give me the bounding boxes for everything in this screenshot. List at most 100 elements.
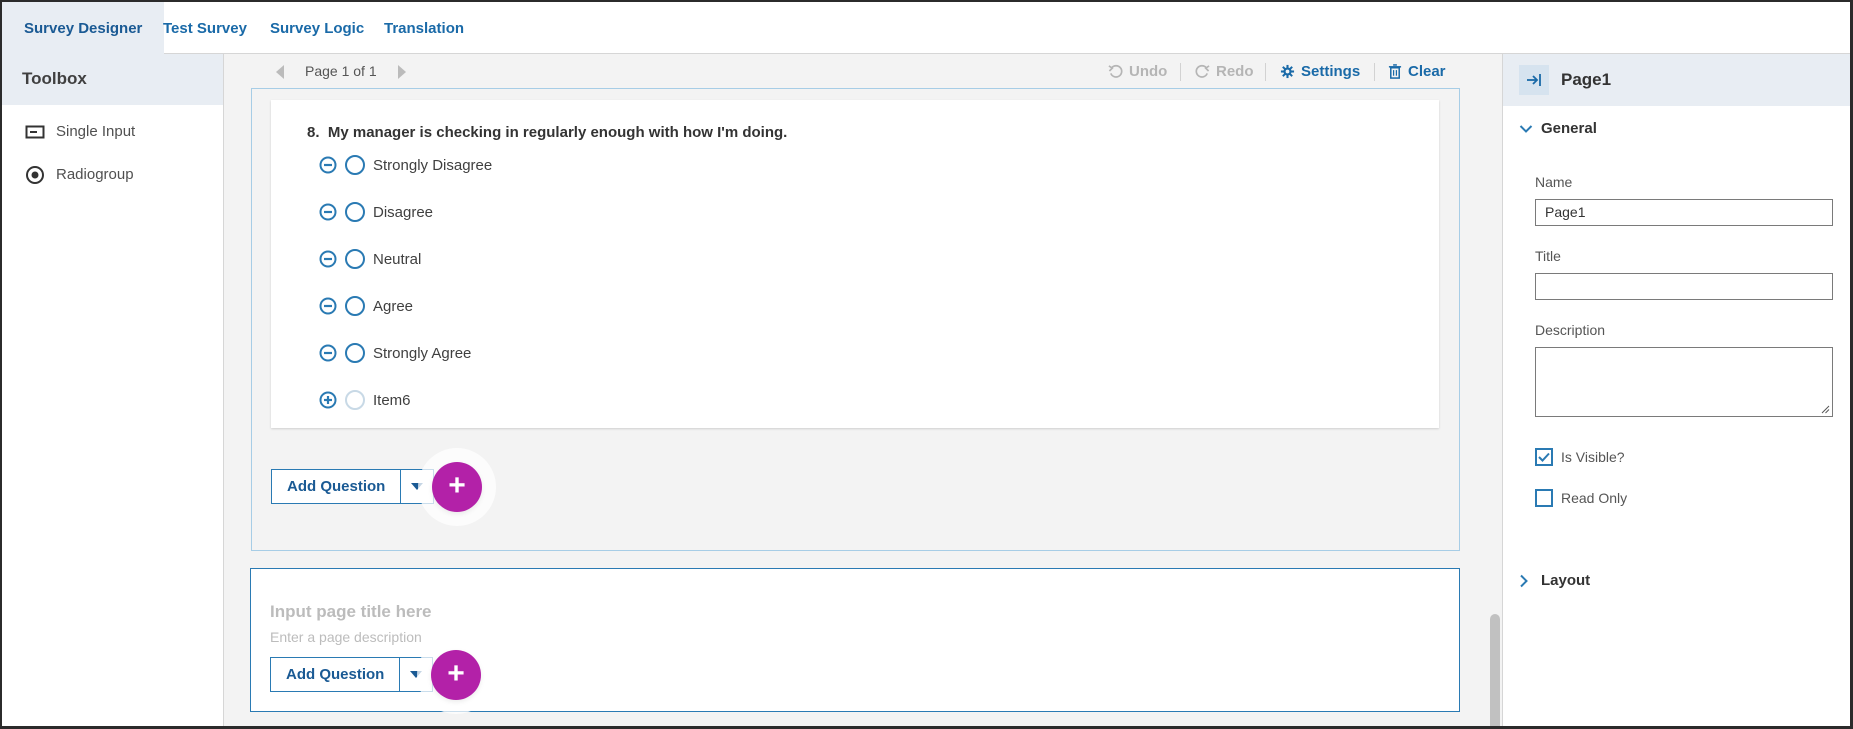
property-grid: Page1 General Name Page1 Title Descripti… [1502, 54, 1850, 726]
remove-choice-icon[interactable] [319, 203, 337, 221]
page-indicator: Page 1 of 1 [305, 63, 377, 79]
choice-label[interactable]: Item6 [373, 392, 411, 409]
remove-choice-icon[interactable] [319, 250, 337, 268]
name-field[interactable]: Page1 [1535, 199, 1833, 226]
redo-label: Redo [1216, 63, 1254, 80]
toolbox-item-single-input[interactable]: Single Input [2, 110, 223, 153]
page-title-input[interactable]: Input page title here [270, 602, 432, 622]
toolbar-divider [1265, 63, 1266, 81]
page-panel[interactable]: 8. My manager is checking in regularly e… [251, 88, 1460, 551]
selected-object-name: Page1 [1561, 70, 1612, 89]
toolbox-item-label: Single Input [56, 123, 136, 140]
page-toolbar: Page 1 of 1 Undo Redo Settings Clear [224, 54, 1502, 88]
settings-label: Settings [1301, 63, 1361, 80]
choice-label[interactable]: Agree [373, 298, 413, 315]
plus-icon: + [448, 469, 466, 502]
title-label: Title [1535, 248, 1561, 264]
redo-icon [1195, 64, 1210, 78]
arrow-to-right-icon [1527, 74, 1541, 86]
question-title[interactable]: 8. My manager is checking in regularly e… [307, 124, 787, 141]
settings-button[interactable]: Settings [1280, 63, 1360, 80]
single-input-icon [24, 121, 45, 142]
add-question-dropdown[interactable] [400, 658, 432, 691]
choice-item: Neutral [319, 247, 421, 271]
add-question-label[interactable]: Add Question [271, 658, 401, 691]
toolbar-divider [1180, 63, 1181, 81]
remove-choice-icon[interactable] [319, 156, 337, 174]
title-field[interactable] [1535, 273, 1833, 300]
chevron-down-icon [1519, 124, 1535, 134]
section-layout-label: Layout [1541, 572, 1591, 589]
read-only-label: Read Only [1561, 490, 1628, 506]
undo-label: Undo [1129, 63, 1168, 80]
new-page-panel[interactable]: Input page title here Enter a page descr… [250, 568, 1460, 712]
property-grid-header: Page1 [1503, 54, 1850, 106]
section-layout-header[interactable]: Layout [1519, 572, 1590, 589]
name-label: Name [1535, 174, 1573, 190]
choice-label[interactable]: Neutral [373, 251, 421, 268]
prev-page-icon[interactable] [276, 65, 284, 79]
chevron-down-icon [410, 671, 423, 678]
page-description-input[interactable]: Enter a page description [270, 629, 422, 645]
radiogroup-icon [24, 164, 45, 185]
next-page-icon[interactable] [398, 65, 406, 79]
remove-choice-icon[interactable] [319, 344, 337, 362]
choice-label[interactable]: Strongly Disagree [373, 157, 492, 174]
choice-radio[interactable] [345, 202, 365, 222]
question-text: My manager is checking in regularly enou… [327, 124, 788, 141]
section-general-header[interactable]: General [1519, 120, 1597, 137]
resize-grip-icon[interactable] [1820, 404, 1830, 414]
section-general-label: General [1541, 120, 1597, 137]
clear-label: Clear [1408, 63, 1446, 80]
toolbox-item-radiogroup[interactable]: Radiogroup [2, 153, 223, 196]
add-choice-icon[interactable] [319, 391, 337, 409]
chevron-right-icon [1519, 574, 1535, 588]
check-icon [1538, 452, 1550, 462]
choice-label[interactable]: Disagree [373, 204, 433, 221]
add-question-button[interactable]: Add Question [270, 657, 434, 692]
question-card[interactable]: 8. My manager is checking in regularly e… [271, 100, 1439, 428]
gear-icon [1280, 64, 1295, 79]
redo-button[interactable]: Redo [1195, 63, 1254, 80]
choice-item: Item6 [319, 388, 411, 412]
chevron-down-icon [411, 483, 424, 490]
tab-translation[interactable]: Translation [362, 2, 486, 54]
design-canvas: Page 1 of 1 Undo Redo Settings Clear 8. … [224, 54, 1502, 726]
scrollbar-thumb[interactable] [1490, 614, 1500, 726]
choice-label[interactable]: Strongly Agree [373, 345, 471, 362]
choice-radio[interactable] [345, 390, 365, 410]
checkbox-checked[interactable] [1535, 448, 1553, 466]
choice-radio[interactable] [345, 343, 365, 363]
undo-button[interactable]: Undo [1108, 63, 1167, 80]
toolbox-title: Toolbox [2, 54, 223, 105]
is-visible-label: Is Visible? [1561, 449, 1625, 465]
plus-icon: + [447, 657, 465, 690]
collapse-panel-button[interactable] [1519, 65, 1549, 95]
add-fab-button[interactable]: + [431, 650, 481, 700]
question-number: 8. [307, 124, 320, 141]
canvas-scrollbar[interactable] [1488, 54, 1502, 726]
remove-choice-icon[interactable] [319, 297, 337, 315]
choice-item: Disagree [319, 200, 433, 224]
app-window: Survey Designer Test Survey Survey Logic… [0, 0, 1853, 729]
checkbox-unchecked[interactable] [1535, 489, 1553, 507]
description-field[interactable] [1535, 347, 1833, 417]
add-question-label[interactable]: Add Question [272, 470, 402, 503]
top-tabs: Survey Designer Test Survey Survey Logic… [2, 2, 1850, 54]
toolbar-divider [1374, 63, 1375, 81]
choice-item: Agree [319, 294, 413, 318]
is-visible-checkbox[interactable]: Is Visible? [1535, 448, 1625, 466]
trash-icon [1388, 64, 1402, 79]
choice-item: Strongly Agree [319, 341, 471, 365]
toolbox-panel: Toolbox Single Input Radiogroup [2, 54, 224, 726]
add-fab-button[interactable]: + [432, 462, 482, 512]
clear-button[interactable]: Clear [1388, 63, 1446, 80]
choice-radio[interactable] [345, 155, 365, 175]
read-only-checkbox[interactable]: Read Only [1535, 489, 1627, 507]
toolbox-item-label: Radiogroup [56, 166, 134, 183]
choice-radio[interactable] [345, 249, 365, 269]
choice-item: Strongly Disagree [319, 153, 492, 177]
add-question-button[interactable]: Add Question [271, 469, 435, 504]
choice-radio[interactable] [345, 296, 365, 316]
add-question-dropdown[interactable] [401, 470, 433, 503]
